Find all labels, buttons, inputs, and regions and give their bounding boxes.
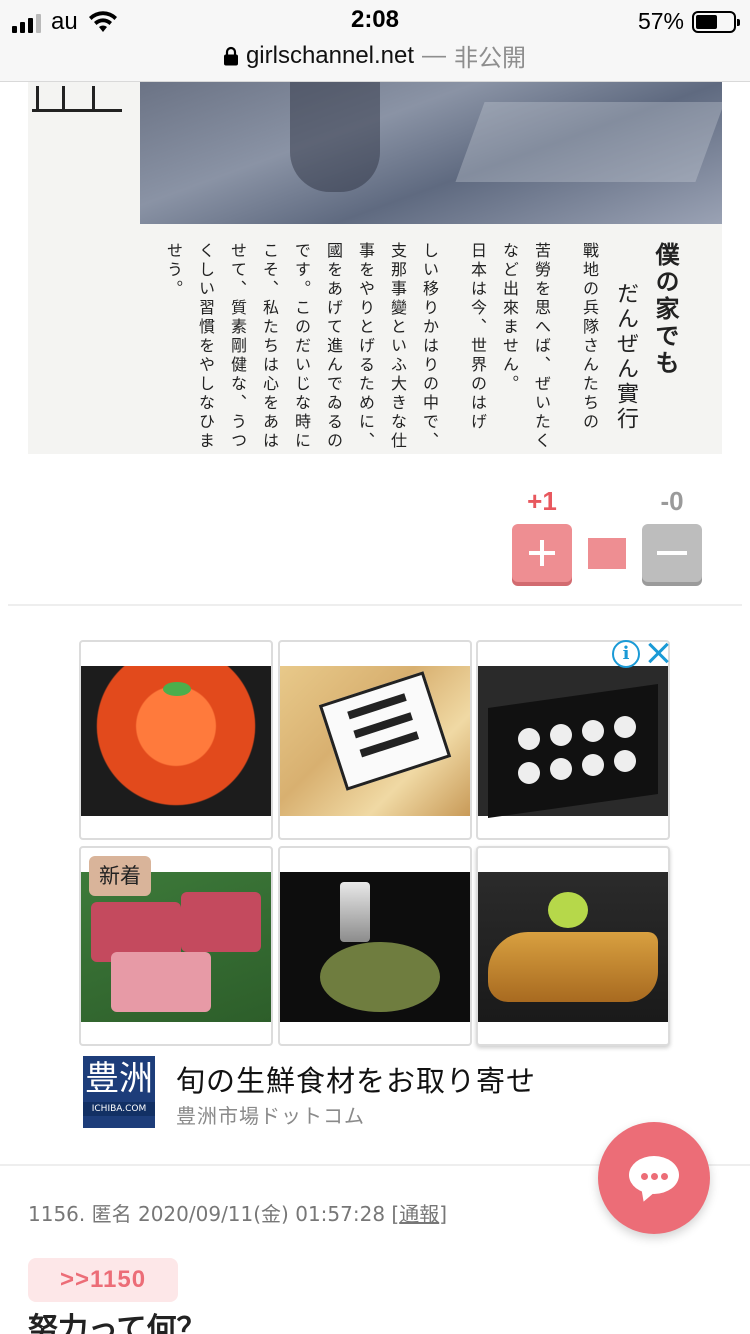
ikura-bowl-image [81, 666, 271, 816]
advertiser-logo-small: ICHIBA.COM [83, 1102, 155, 1116]
scan-column: しい移りかはりの中で、 [420, 242, 439, 451]
battery-icon [692, 10, 740, 33]
scan-text-columns: 僕の家でも だんぜん實行 戰地の兵隊さんたちの 苦勞を思へば、ぜいたく など出來… [160, 242, 682, 451]
appetizer-image [280, 872, 470, 1022]
privacy-label: 非公開 [454, 45, 527, 72]
scan-column: 戰地の兵隊さんたちの [580, 242, 599, 432]
comment-fab-button[interactable] [598, 1122, 710, 1234]
grilled-fish-image [478, 872, 668, 1022]
comment-meta: 1156. 匿名 2020/09/11(金) 01:57:28 [通報] [28, 1198, 447, 1227]
scan-column: せて、質素剛健な、うつ [228, 242, 247, 451]
scan-subhead: だんぜん實行 [613, 282, 638, 432]
minus-vote-button[interactable] [642, 524, 702, 582]
ad-tile[interactable] [79, 640, 273, 840]
new-badge: 新着 [89, 856, 151, 896]
ad-source[interactable]: 豊洲市場ドットコム [176, 1100, 365, 1129]
ad-info-icon[interactable]: i [612, 640, 640, 668]
lock-icon [223, 46, 238, 65]
status-bar: au 2:08 57% girlschannel.net — 非公開 [0, 0, 750, 82]
scan-column: こそ、私たちは心をあは [260, 242, 279, 451]
scan-headline: 僕の家でも [651, 242, 680, 377]
noodle-package-image [280, 666, 470, 816]
ad-tile[interactable] [476, 846, 670, 1046]
plus-vote-button[interactable] [512, 524, 572, 582]
status-right: 57% [637, 8, 740, 35]
scan-column: 苦勞を思へば、ぜいたく [532, 242, 551, 451]
reply-anchor-link[interactable]: >>1150 [28, 1258, 178, 1302]
comment-datetime: 2020/09/11(金) 01:57:28 [137, 1202, 386, 1226]
plus-vote-count: +1 [527, 486, 557, 516]
scan-column: 支那事變といふ大きな仕 [388, 242, 407, 451]
divider [8, 604, 742, 606]
url-domain: girlschannel.net [245, 41, 415, 69]
scan-column: 日本は今、世界のはげ [468, 242, 487, 432]
battery-percent: 57% [637, 8, 684, 34]
ad-tile[interactable] [476, 640, 670, 840]
url-bar[interactable]: girlschannel.net — 非公開 [0, 38, 750, 73]
scan-column: せう。 [164, 242, 183, 299]
scan-corner-mark [32, 82, 122, 112]
report-link[interactable]: 通報 [399, 1202, 439, 1226]
comment-author: 匿名 [91, 1202, 132, 1226]
scan-photo [140, 82, 722, 224]
article-scan-image[interactable]: 僕の家でも だんぜん實行 戰地の兵隊さんたちの 苦勞を思へば、ぜいたく など出來… [28, 82, 722, 454]
scan-column: です。このだいじな時に [292, 242, 311, 451]
report-bracket-close: ] [439, 1202, 448, 1226]
ad-tile[interactable] [278, 846, 472, 1046]
minus-vote-count: -0 [660, 486, 684, 516]
ad-title[interactable]: 旬の生鮮食材をお取り寄せ [176, 1058, 536, 1100]
ad-tile[interactable] [278, 640, 472, 840]
comment-body: 努力って何？ [28, 1312, 207, 1334]
advertiser-logo-text: 豊洲 [85, 1059, 153, 1099]
chocolate-box-image [478, 666, 668, 818]
url-separator: — [422, 41, 447, 69]
comment-number: 1156. [28, 1202, 86, 1226]
scan-column: など出來ません。 [500, 242, 519, 394]
advertiser-logo[interactable]: 豊洲 ICHIBA.COM [83, 1056, 155, 1128]
close-icon[interactable] [646, 640, 670, 666]
vote-ratio-bar [588, 538, 626, 569]
scan-column: 國をあげて進んでゐるの [324, 242, 343, 451]
scan-column: 事をやりとげるために、 [356, 242, 375, 451]
scan-column: くしい習慣をやしなひま [196, 242, 215, 451]
